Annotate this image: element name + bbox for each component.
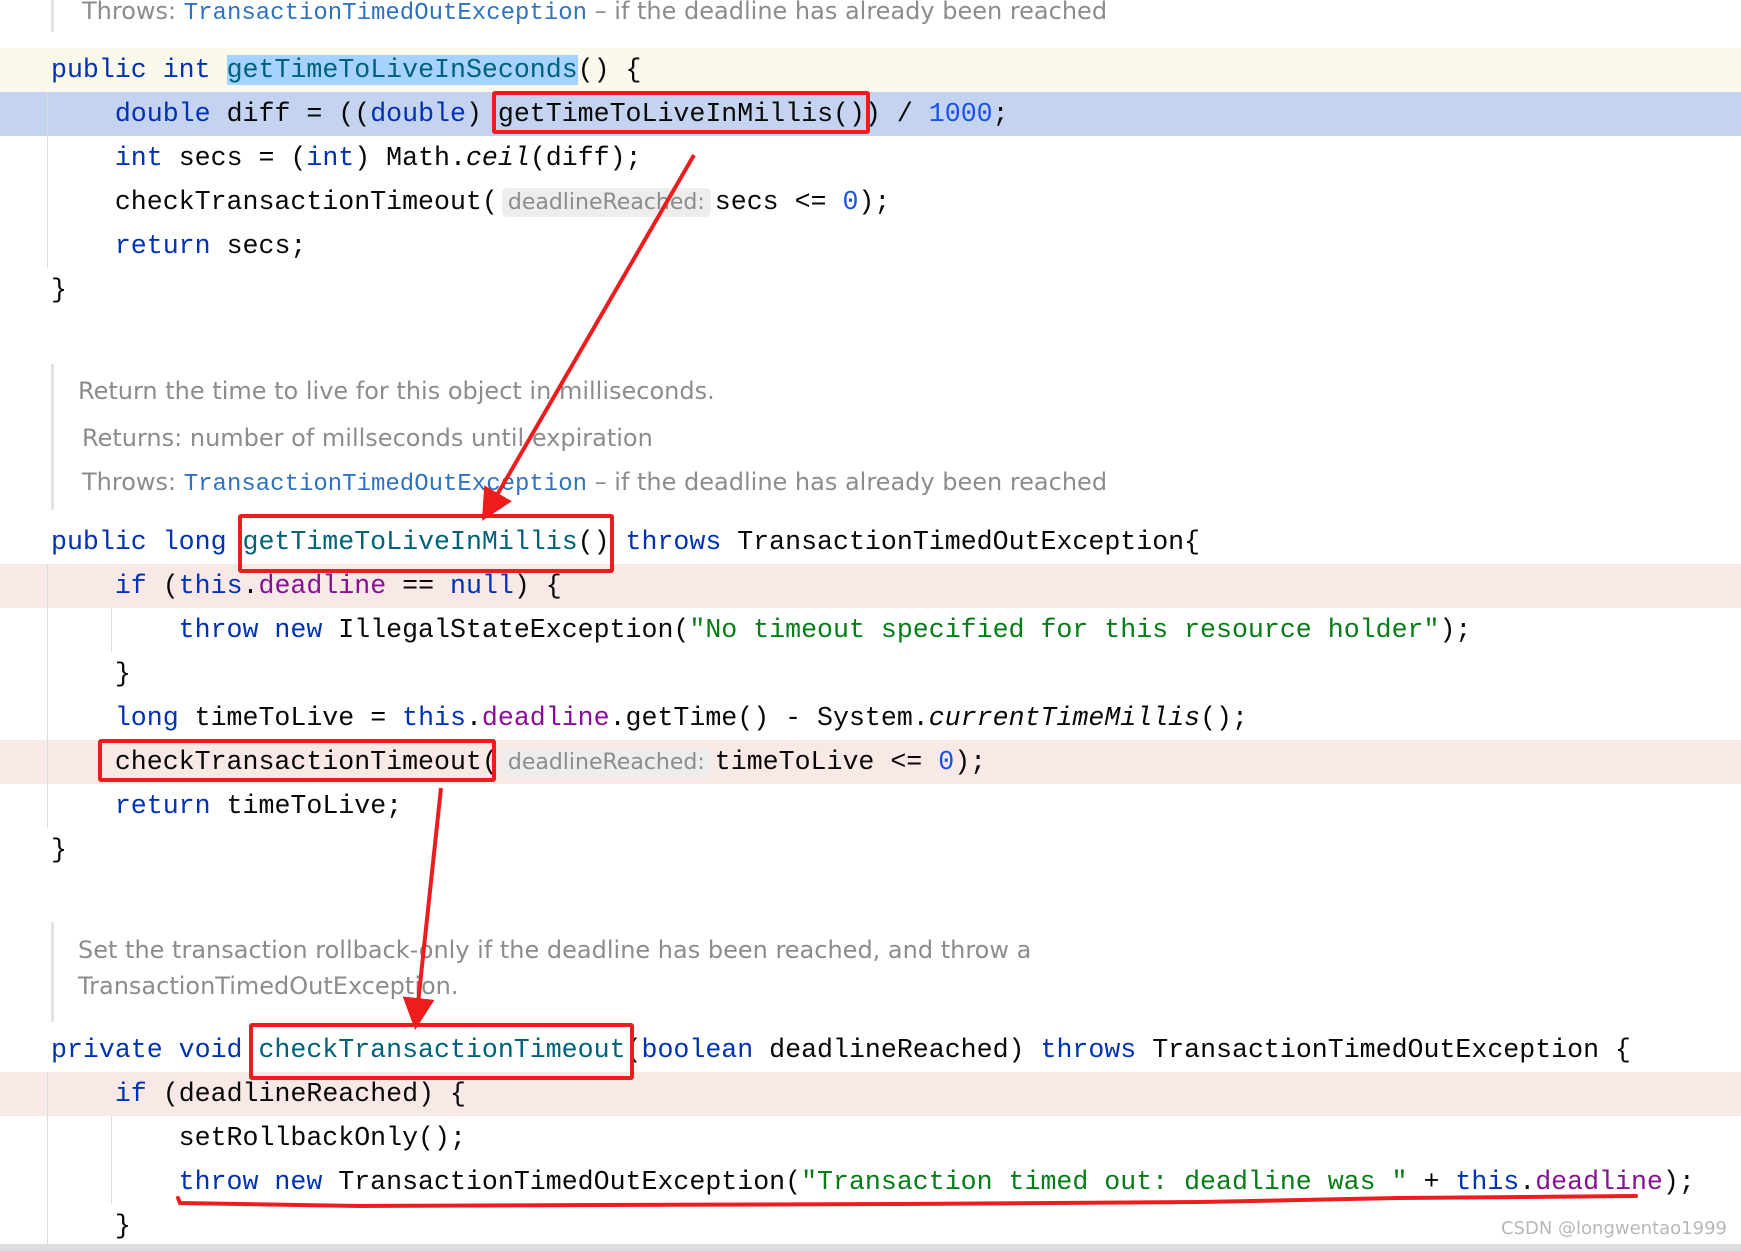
arrow-to-millis-decl — [481, 153, 696, 521]
editor-bottom-edge — [0, 1244, 1741, 1251]
annotation-arrows — [176, 153, 1638, 1209]
underline-throw-statement — [176, 1194, 1638, 1209]
watermark: CSDN @longwentao1999 — [1500, 1218, 1727, 1239]
arrow-to-check-decl — [402, 787, 443, 1030]
